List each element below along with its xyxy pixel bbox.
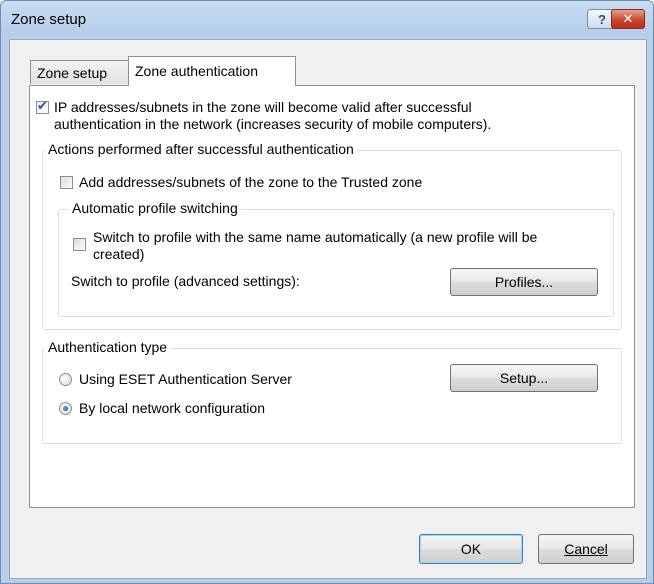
tab-label: Zone authentication (135, 63, 258, 79)
add-trusted-checkbox[interactable] (60, 176, 73, 189)
tab-zone-setup[interactable]: Zone setup (30, 60, 130, 84)
profiles-button-label: Profiles... (494, 274, 554, 290)
dialog-window: Zone setup ? ✕ Zone setup Zone authentic… (0, 0, 654, 584)
radio-selected-dot (63, 406, 68, 411)
setup-button-label: Setup... (499, 370, 549, 386)
switch-same-name-label-line1: Switch to profile with the same name aut… (93, 229, 538, 245)
title-bar[interactable]: Zone setup ? ✕ (1, 1, 653, 41)
setup-button[interactable]: Setup... (450, 364, 598, 392)
profile-switching-group: Automatic profile switching Switch to pr… (58, 200, 614, 317)
cancel-button[interactable]: Cancel (538, 534, 634, 564)
switch-same-name-label-line2: created) (93, 246, 145, 262)
checkmark-icon: ✔ (37, 98, 48, 113)
actions-group-legend: Actions performed after successful authe… (45, 141, 357, 157)
tab-panel: ✔ IP addresses/subnets in the zone will … (29, 85, 635, 508)
tab-label: Zone setup (37, 65, 108, 81)
close-button[interactable]: ✕ (611, 9, 645, 29)
advanced-settings-label: Switch to profile (advanced settings): (71, 273, 300, 289)
radio-local-network-config[interactable] (59, 402, 72, 415)
ok-button[interactable]: OK (419, 534, 523, 564)
close-icon: ✕ (622, 11, 634, 26)
authentication-type-group: Authentication type Using ESET Authentic… (42, 339, 622, 444)
radio-eset-auth-server-label: Using ESET Authentication Server (79, 371, 292, 387)
actions-group: Actions performed after successful authe… (42, 141, 622, 330)
ok-button-label: OK (460, 541, 482, 557)
valid-after-auth-label-line1: IP addresses/subnets in the zone will be… (54, 99, 472, 115)
valid-after-auth-label-line2: authentication in the network (increases… (54, 116, 492, 132)
radio-local-network-config-label: By local network configuration (79, 400, 265, 416)
valid-after-auth-checkbox[interactable]: ✔ (36, 98, 49, 114)
add-trusted-label: Add addresses/subnets of the zone to the… (79, 174, 423, 190)
radio-eset-auth-server[interactable] (59, 373, 72, 386)
cancel-button-label: Cancel (564, 541, 608, 557)
dialog-client-area: Zone setup Zone authentication ✔ IP addr… (9, 39, 647, 579)
tab-zone-authentication[interactable]: Zone authentication (128, 56, 296, 86)
profiles-button[interactable]: Profiles... (450, 268, 598, 296)
authentication-type-legend: Authentication type (45, 339, 171, 355)
window-title: Zone setup (11, 11, 87, 28)
profile-switching-legend: Automatic profile switching (69, 200, 241, 216)
help-icon: ? (598, 11, 606, 27)
switch-same-name-checkbox[interactable] (73, 238, 86, 251)
